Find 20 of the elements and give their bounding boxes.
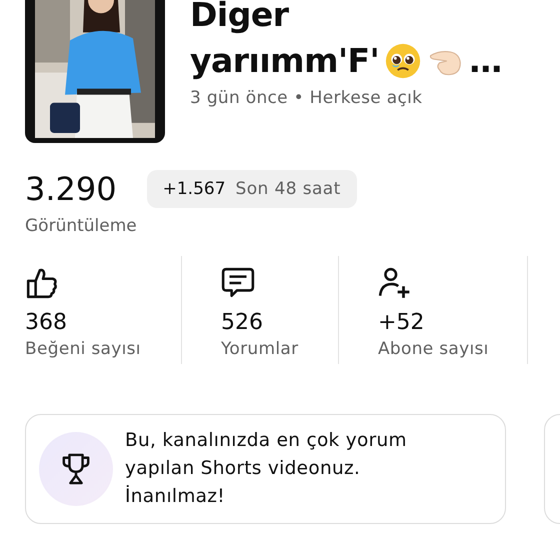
video-title: Diger <box>190 0 290 36</box>
add-person-icon <box>378 266 412 300</box>
metric-value: +52 <box>378 310 424 335</box>
metric-label: Abone sayısı <box>378 339 489 359</box>
metric-label: Beğeni sayısı <box>25 339 141 359</box>
metric-value: 526 <box>221 310 263 335</box>
views-delta: +1.567 <box>162 179 226 199</box>
highlight-text: Bu, kanalınızda en çok yorum yapılan Shorts videonuz. İnanılmaz! <box>125 429 408 509</box>
metric-value: 368 <box>25 310 67 335</box>
view-count: 3.290 <box>25 170 117 208</box>
comment-icon <box>221 266 255 300</box>
video-title: yarıımm'F' <box>190 40 380 82</box>
metric-label: Yorumlar <box>221 339 298 359</box>
views-label: Görüntüleme <box>25 216 138 236</box>
trophy-icon <box>61 453 91 485</box>
video-meta: 3 gün önce • Herkese açık <box>190 88 424 108</box>
delta-period: Son 48 saat <box>236 179 341 199</box>
thumbs-up-icon <box>25 266 59 300</box>
pleading-face-icon <box>385 43 422 79</box>
title-ellipsis: … <box>469 40 502 82</box>
